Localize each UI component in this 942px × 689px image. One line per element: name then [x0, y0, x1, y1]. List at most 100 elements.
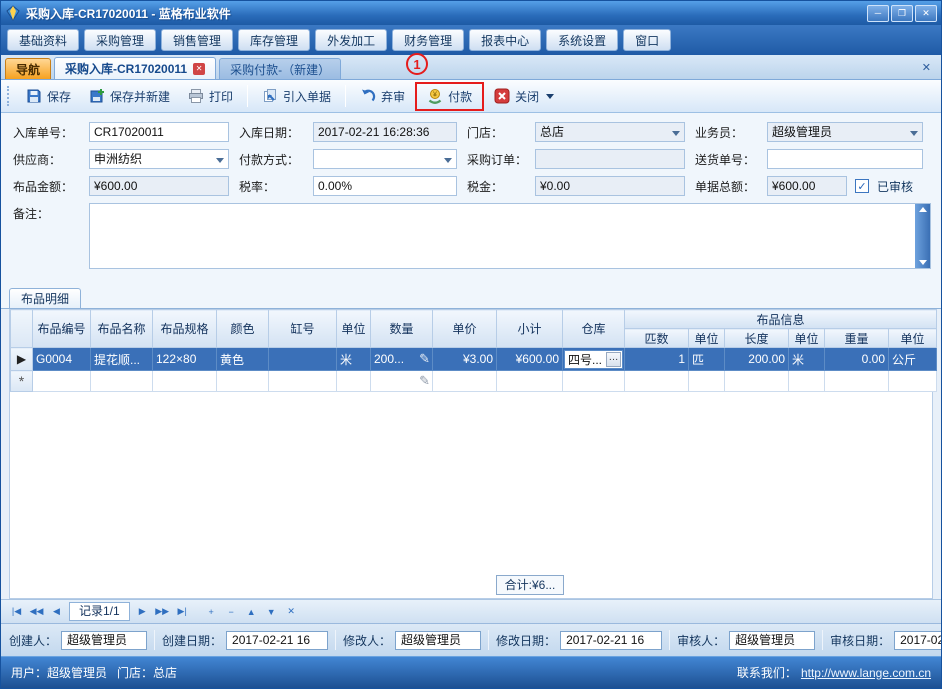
- cell-unit[interactable]: 米: [337, 348, 371, 371]
- close-form-button[interactable]: 关闭: [486, 84, 562, 109]
- nav-insert-button[interactable]: +: [202, 603, 221, 621]
- cell-dye-lot[interactable]: [269, 348, 337, 371]
- col-header-spec[interactable]: 布品规格: [153, 310, 217, 348]
- inbound-date-field[interactable]: 2017-02-21 16:28:36: [313, 122, 457, 142]
- col-header-warehouse[interactable]: 仓库: [563, 310, 625, 348]
- pay-button[interactable]: ¥ 付款: [419, 84, 480, 109]
- nav-last-button[interactable]: ▶|: [173, 603, 192, 621]
- maximize-button[interactable]: ❐: [891, 5, 913, 22]
- website-link[interactable]: http://www.lange.com.cn: [801, 666, 931, 680]
- table-row-new[interactable]: * ✎: [11, 371, 937, 392]
- cell-pieces-unit[interactable]: 匹: [689, 348, 725, 371]
- remark-scrollbar[interactable]: [915, 204, 930, 268]
- tax-rate-field[interactable]: 0.00%: [313, 176, 457, 196]
- payment-method-select[interactable]: [313, 149, 457, 169]
- tabbar-close-button[interactable]: ✕: [916, 61, 937, 74]
- cell-price[interactable]: ¥3.00: [433, 348, 497, 371]
- save-icon: [26, 88, 42, 104]
- col-header-color[interactable]: 颜色: [217, 310, 269, 348]
- nav-cancel-button[interactable]: ✕: [282, 603, 301, 621]
- ellipsis-button[interactable]: …: [606, 352, 621, 367]
- salesperson-select[interactable]: 超级管理员: [767, 122, 923, 142]
- cell-code[interactable]: G0004: [33, 348, 91, 371]
- nav-first-button[interactable]: |◀: [7, 603, 26, 621]
- cell-subtotal[interactable]: ¥600.00: [497, 348, 563, 371]
- col-group-fabric-info: 布品信息: [625, 310, 937, 329]
- cell-name[interactable]: 提花顺...: [91, 348, 153, 371]
- col-header-weight-unit[interactable]: 单位: [889, 329, 937, 348]
- menu-item-finance[interactable]: 财务管理: [392, 29, 464, 51]
- menu-item-window[interactable]: 窗口: [623, 29, 671, 51]
- nav-delete-button[interactable]: −: [222, 603, 241, 621]
- nav-post-button[interactable]: ▼: [262, 603, 281, 621]
- menu-item-purchase[interactable]: 采购管理: [84, 29, 156, 51]
- table-row-selected[interactable]: ▶ G0004 提花顺... 122×80 黄色 米 200...✎ ¥3.00…: [11, 348, 937, 371]
- col-header-code[interactable]: 布品编号: [33, 310, 91, 348]
- print-button[interactable]: 打印: [180, 84, 241, 109]
- menu-item-basic-data[interactable]: 基础资料: [7, 29, 79, 51]
- minimize-button[interactable]: ─: [867, 5, 889, 22]
- warehouse-editor[interactable]: 四号... …: [564, 350, 623, 369]
- purchase-order-field[interactable]: [535, 149, 685, 169]
- delivery-no-label: 送货单号：: [693, 151, 767, 168]
- cell-warehouse[interactable]: 四号... …: [563, 348, 625, 371]
- title-bar: 采购入库-CR17020011 - 蓝格布业软件 ─ ❐ ✕: [1, 1, 941, 25]
- cell-qty[interactable]: 200...✎: [371, 348, 433, 371]
- menu-item-settings[interactable]: 系统设置: [546, 29, 618, 51]
- inbound-date-label: 入库日期：: [237, 124, 313, 141]
- store-label: 门店：: [465, 124, 535, 141]
- import-document-button[interactable]: 引入单据: [254, 84, 339, 109]
- cell-color[interactable]: 黄色: [217, 348, 269, 371]
- nav-edit-button[interactable]: ▲: [242, 603, 261, 621]
- col-header-dye-lot[interactable]: 缸号: [269, 310, 337, 348]
- cell-length[interactable]: 200.00: [725, 348, 789, 371]
- purchase-order-label: 采购订单：: [465, 151, 535, 168]
- audit-info-bar: 创建人：超级管理员 创建日期：2017-02-21 16 修改人：超级管理员 修…: [1, 623, 941, 656]
- approved-checkbox[interactable]: ✓: [855, 179, 869, 193]
- nav-next-button[interactable]: ▶: [133, 603, 152, 621]
- cell-weight[interactable]: 0.00: [825, 348, 889, 371]
- delivery-no-field[interactable]: [767, 149, 923, 169]
- nav-prev-page-button[interactable]: ◀◀: [27, 603, 46, 621]
- col-header-length[interactable]: 长度: [725, 329, 789, 348]
- col-header-subtotal[interactable]: 小计: [497, 310, 563, 348]
- supplier-select[interactable]: 申洲纺织: [89, 149, 229, 169]
- doc-total-field[interactable]: ¥600.00: [767, 176, 847, 196]
- col-header-pieces[interactable]: 匹数: [625, 329, 689, 348]
- menu-item-sales[interactable]: 销售管理: [161, 29, 233, 51]
- menu-item-outsourcing[interactable]: 外发加工: [315, 29, 387, 51]
- save-and-new-button[interactable]: 保存并新建: [81, 84, 178, 109]
- col-header-qty[interactable]: 数量: [371, 310, 433, 348]
- col-header-price[interactable]: 单价: [433, 310, 497, 348]
- menu-item-reports[interactable]: 报表中心: [469, 29, 541, 51]
- store-select[interactable]: 总店: [535, 122, 685, 142]
- tax-field[interactable]: ¥0.00: [535, 176, 685, 196]
- tab-close-icon[interactable]: ✕: [193, 63, 205, 75]
- col-header-pieces-unit[interactable]: 单位: [689, 329, 725, 348]
- tab-purchase-payment[interactable]: 采购付款-（新建）: [219, 58, 341, 79]
- close-window-button[interactable]: ✕: [915, 5, 937, 22]
- cell-length-unit[interactable]: 米: [789, 348, 825, 371]
- tab-fabric-detail[interactable]: 布品明细: [9, 288, 81, 308]
- cell-weight-unit[interactable]: 公斤: [889, 348, 937, 371]
- menu-item-inventory[interactable]: 库存管理: [238, 29, 310, 51]
- create-date-label: 创建日期：: [162, 632, 222, 649]
- subtotal-total-box: 合计:¥6...: [496, 575, 564, 595]
- modify-date-value: 2017-02-21 16: [560, 631, 662, 650]
- unapprove-button[interactable]: 弃审: [352, 84, 413, 109]
- nav-prev-button[interactable]: ◀: [47, 603, 66, 621]
- toolbar-separator: [345, 85, 346, 107]
- cell-spec[interactable]: 122×80: [153, 348, 217, 371]
- col-header-weight[interactable]: 重量: [825, 329, 889, 348]
- col-header-length-unit[interactable]: 单位: [789, 329, 825, 348]
- inbound-no-field[interactable]: CR17020011: [89, 122, 229, 142]
- tab-navigation[interactable]: 导航: [5, 58, 51, 79]
- remark-textarea[interactable]: [89, 203, 931, 269]
- col-header-unit[interactable]: 单位: [337, 310, 371, 348]
- nav-next-page-button[interactable]: ▶▶: [153, 603, 172, 621]
- fabric-amount-field[interactable]: ¥600.00: [89, 176, 229, 196]
- tab-purchase-inbound[interactable]: 采购入库-CR17020011 ✕: [54, 57, 216, 79]
- col-header-name[interactable]: 布品名称: [91, 310, 153, 348]
- save-button[interactable]: 保存: [18, 84, 79, 109]
- cell-pieces[interactable]: 1: [625, 348, 689, 371]
